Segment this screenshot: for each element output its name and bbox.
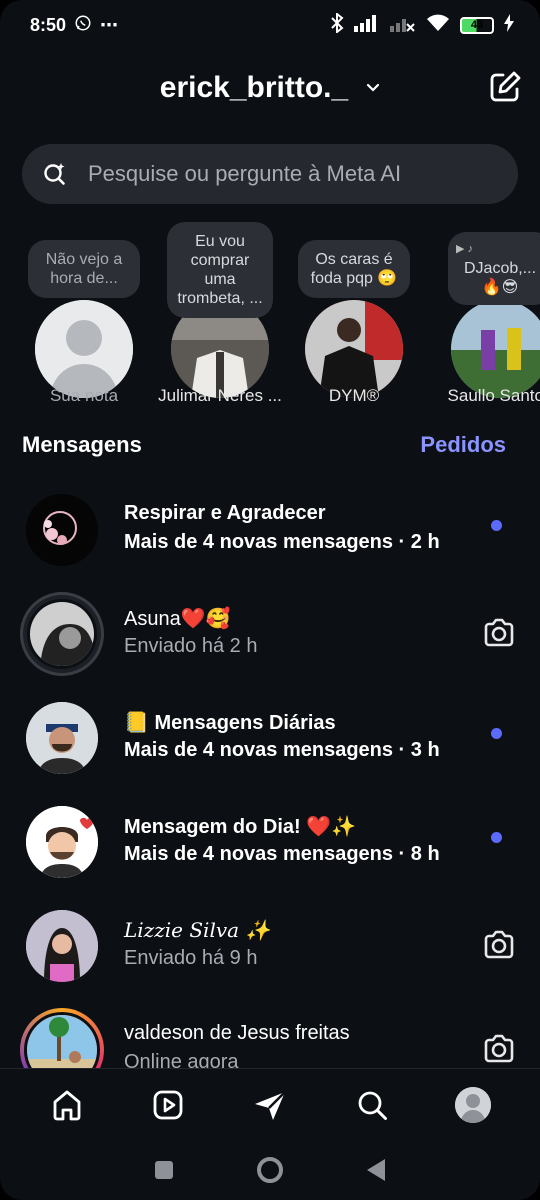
notes-row: Não vejo a hora de... Sua nota Eu vou co…	[0, 222, 540, 422]
note-name: DYM®	[328, 386, 380, 405]
messages-screen: 8:50 ⋯ 48 erick_britto._ Pesquise ou per…	[0, 0, 540, 1200]
note-bubble: Eu vou comprar uma trombeta, ...	[167, 222, 273, 318]
note-bubble: Não vejo a hora de...	[28, 240, 140, 298]
camera-icon[interactable]	[482, 616, 516, 650]
note-text: DJacob,...🔥😎	[463, 260, 537, 296]
meta-ai-search-icon	[42, 161, 68, 187]
conversation-name: Lizzie Silva ✨	[124, 918, 271, 942]
conversation-row[interactable]: Respirar e Agradecer Mais de 4 novas men…	[0, 480, 540, 584]
avatar	[26, 806, 98, 878]
profile-avatar[interactable]	[453, 1085, 493, 1125]
whatsapp-icon	[74, 14, 92, 37]
home-button[interactable]	[257, 1157, 283, 1183]
search-placeholder: Pesquise ou pergunte à Meta AI	[88, 161, 402, 186]
signal-off-icon	[390, 14, 416, 37]
status-time: 8:50	[30, 14, 67, 35]
avatar	[26, 910, 98, 982]
system-nav	[0, 1140, 540, 1200]
reels-icon[interactable]	[148, 1085, 188, 1125]
unread-indicator	[491, 520, 502, 531]
more-notifications-icon: ⋯	[100, 14, 120, 35]
conversation-name: 📒 Mensagens Diárias	[124, 712, 336, 734]
header: erick_britto._	[0, 60, 540, 116]
recents-button[interactable]	[155, 1161, 173, 1179]
status-bar: 8:50 ⋯ 48	[0, 0, 540, 50]
avatar	[305, 300, 403, 398]
camera-icon[interactable]	[482, 928, 516, 962]
bottom-nav	[0, 1068, 540, 1140]
new-message-icon[interactable]	[488, 70, 522, 104]
conversation-subtitle: Mais de 4 novas mensagens · 3 h	[124, 739, 440, 761]
conversation-name: Mensagem do Dia! ❤️✨	[124, 816, 357, 838]
avatar	[35, 300, 133, 398]
note-bubble: Os caras é foda pqp 🙄	[298, 240, 410, 298]
search-icon[interactable]	[352, 1085, 392, 1125]
wifi-icon	[426, 14, 450, 37]
requests-link[interactable]: Pedidos	[420, 432, 506, 458]
account-switcher[interactable]: erick_britto._	[160, 71, 348, 105]
note-bubble: ▶ ♪ DJacob,...🔥😎	[448, 232, 540, 305]
home-icon[interactable]	[47, 1085, 87, 1125]
search-input[interactable]: Pesquise ou pergunte à Meta AI	[22, 144, 518, 204]
back-button[interactable]	[367, 1159, 385, 1181]
avatar	[20, 592, 104, 676]
unread-indicator	[491, 728, 502, 739]
signal-icon	[354, 14, 380, 37]
unread-indicator	[491, 832, 502, 843]
direct-icon[interactable]	[250, 1085, 290, 1125]
bluetooth-icon	[330, 11, 344, 38]
conversation-subtitle: Mais de 4 novas mensagens · 8 h	[124, 843, 440, 865]
note-name: Saullo Santos	[447, 386, 540, 405]
conversation-row[interactable]: Asuna❤️🥰 Enviado há 2 h	[0, 584, 540, 688]
messages-section-header: Mensagens Pedidos	[22, 432, 506, 458]
messages-title: Mensagens	[22, 432, 142, 457]
conversation-name: valdeson de Jesus freitas	[124, 1022, 350, 1044]
conversation-row[interactable]: Mensagem do Dia! ❤️✨ Mais de 4 novas men…	[0, 792, 540, 896]
camera-icon[interactable]	[482, 1032, 516, 1066]
avatar	[26, 702, 98, 774]
conversation-subtitle: Mais de 4 novas mensagens · 2 h	[124, 531, 440, 553]
battery-icon: 48	[460, 16, 494, 34]
avatar	[26, 494, 98, 566]
conversation-subtitle: Enviado há 2 h	[124, 635, 258, 657]
conversation-subtitle: Enviado há 9 h	[124, 947, 258, 969]
charging-icon	[504, 13, 514, 37]
conversation-name: Asuna❤️🥰	[124, 608, 231, 630]
conversation-row[interactable]: Lizzie Silva ✨ Enviado há 9 h	[0, 896, 540, 1000]
music-note-icon: ▶ ♪	[456, 243, 474, 255]
conversation-row[interactable]: 📒 Mensagens Diárias Mais de 4 novas mens…	[0, 688, 540, 792]
avatar	[451, 300, 540, 398]
conversation-name: Respirar e Agradecer	[124, 502, 326, 524]
chevron-down-icon[interactable]	[366, 81, 380, 95]
